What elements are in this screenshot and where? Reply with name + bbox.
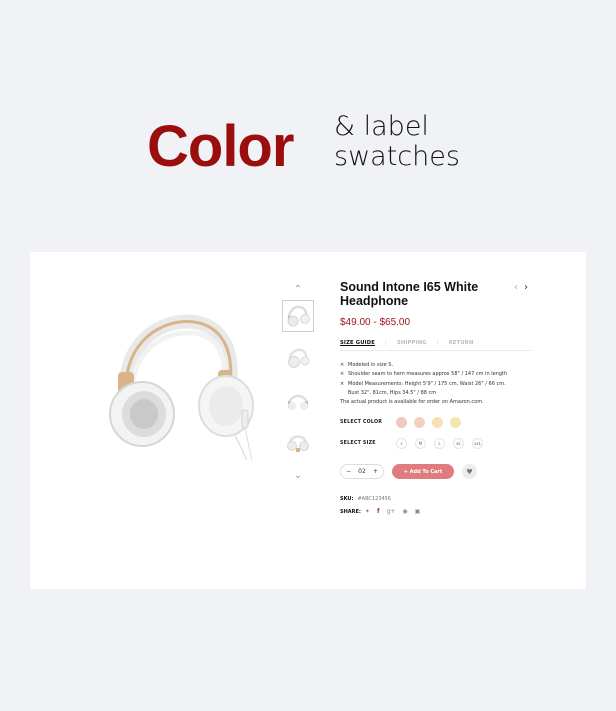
product-price: $49.00 - $65.00: [340, 317, 411, 328]
color-swatch[interactable]: [432, 417, 443, 429]
headphones-thumb-icon: [287, 394, 309, 410]
info-bullet: Shoulder seam to hem measures approx 58"…: [340, 370, 540, 380]
hero-subtitle: & label swatches: [334, 112, 460, 172]
main-product-image[interactable]: [94, 300, 274, 471]
color-selector: SELECT COLOR: [340, 417, 540, 429]
color-swatch[interactable]: [396, 417, 407, 429]
size-option[interactable]: xxL: [472, 438, 483, 450]
product-title: Sound Intone I65 White Headphone: [340, 280, 479, 308]
twitter-icon[interactable]: ✦: [365, 508, 370, 515]
sku-label: SKU:: [340, 495, 354, 502]
size-option[interactable]: xL: [453, 438, 464, 450]
size-selector: SELECT SIZE s M L xL xxL: [340, 438, 540, 450]
color-swatch[interactable]: [450, 417, 461, 429]
chevron-up-icon[interactable]: ⌃: [282, 282, 314, 296]
product-meta: SKU: #ABC123456 SHARE: ✦ f g+ ◉ ▣: [340, 492, 540, 518]
quantity-stepper: − 02 +: [340, 464, 384, 480]
select-color-label: SELECT COLOR: [340, 420, 383, 426]
hero-subtitle-line-2: swatches: [334, 141, 460, 172]
facebook-icon[interactable]: f: [377, 508, 380, 515]
decrease-quantity-button[interactable]: −: [346, 468, 351, 475]
heart-icon[interactable]: ♥: [462, 464, 477, 480]
hero-title: Color: [147, 114, 294, 179]
product-navigation: ‹ ›: [514, 282, 528, 293]
tab-size-guide[interactable]: SIZE GUIDE: [340, 340, 375, 346]
thumbnail-gallery: ⌃ ⌄: [282, 282, 314, 482]
thumbnail[interactable]: [282, 426, 314, 458]
tab-shipping[interactable]: SHIPPING: [397, 340, 427, 346]
increase-quantity-button[interactable]: +: [373, 468, 378, 475]
share-row: SHARE: ✦ f g+ ◉ ▣: [340, 505, 540, 518]
product-details: Sound Intone I65 White Headphone ‹ › $49…: [340, 280, 540, 518]
instagram-icon[interactable]: ▣: [415, 508, 421, 515]
quantity-value[interactable]: 02: [358, 468, 366, 475]
headphones-image: [109, 314, 255, 471]
thumbnail[interactable]: [282, 342, 314, 374]
chevron-down-icon[interactable]: ⌄: [282, 468, 314, 482]
chevron-left-icon[interactable]: ‹: [514, 282, 518, 293]
info-bullet: Model Measurements: Height 5'9" / 175 cm…: [340, 380, 540, 390]
sku-row: SKU: #ABC123456: [340, 492, 540, 505]
color-swatch[interactable]: [414, 417, 425, 429]
thumbnail[interactable]: [282, 384, 314, 416]
size-option[interactable]: L: [434, 438, 445, 450]
size-option[interactable]: M: [415, 438, 426, 450]
share-label: SHARE:: [340, 508, 361, 515]
info-note: The actual product is available for orde…: [340, 399, 484, 406]
thumbnail[interactable]: [282, 300, 314, 332]
tab-divider: |: [385, 340, 387, 346]
hero-subtitle-line-1: & label: [334, 111, 429, 142]
headphones-thumb-icon: [287, 305, 310, 327]
info-bullet: Bust 32", 81cm, Hips 34.5" / 88 cm: [348, 389, 437, 396]
chevron-right-icon[interactable]: ›: [524, 282, 528, 293]
google-plus-icon[interactable]: g+: [387, 508, 396, 515]
headphones-thumb-icon: [288, 348, 310, 368]
sku-value: #ABC123456: [357, 495, 391, 502]
size-option[interactable]: s: [396, 438, 407, 450]
purchase-row: − 02 + + Add To Cart ♥: [340, 464, 540, 480]
tab-return[interactable]: RETURN: [449, 340, 474, 346]
headphones-thumb-icon: [287, 435, 309, 452]
info-tabs: SIZE GUIDE | SHIPPING | RETURN: [340, 340, 532, 351]
pinterest-icon[interactable]: ◉: [402, 508, 407, 515]
info-bullet: Modeled in size S.: [340, 361, 540, 371]
add-to-cart-button[interactable]: + Add To Cart: [392, 464, 454, 480]
select-size-label: SELECT SIZE: [340, 441, 376, 447]
product-card: ⌃ ⌄ Sound Intone I65 White Headphone ‹ ›…: [30, 252, 586, 589]
size-guide-content: Modeled in size S. Shoulder seam to hem …: [340, 361, 540, 407]
tab-divider: |: [436, 340, 439, 346]
